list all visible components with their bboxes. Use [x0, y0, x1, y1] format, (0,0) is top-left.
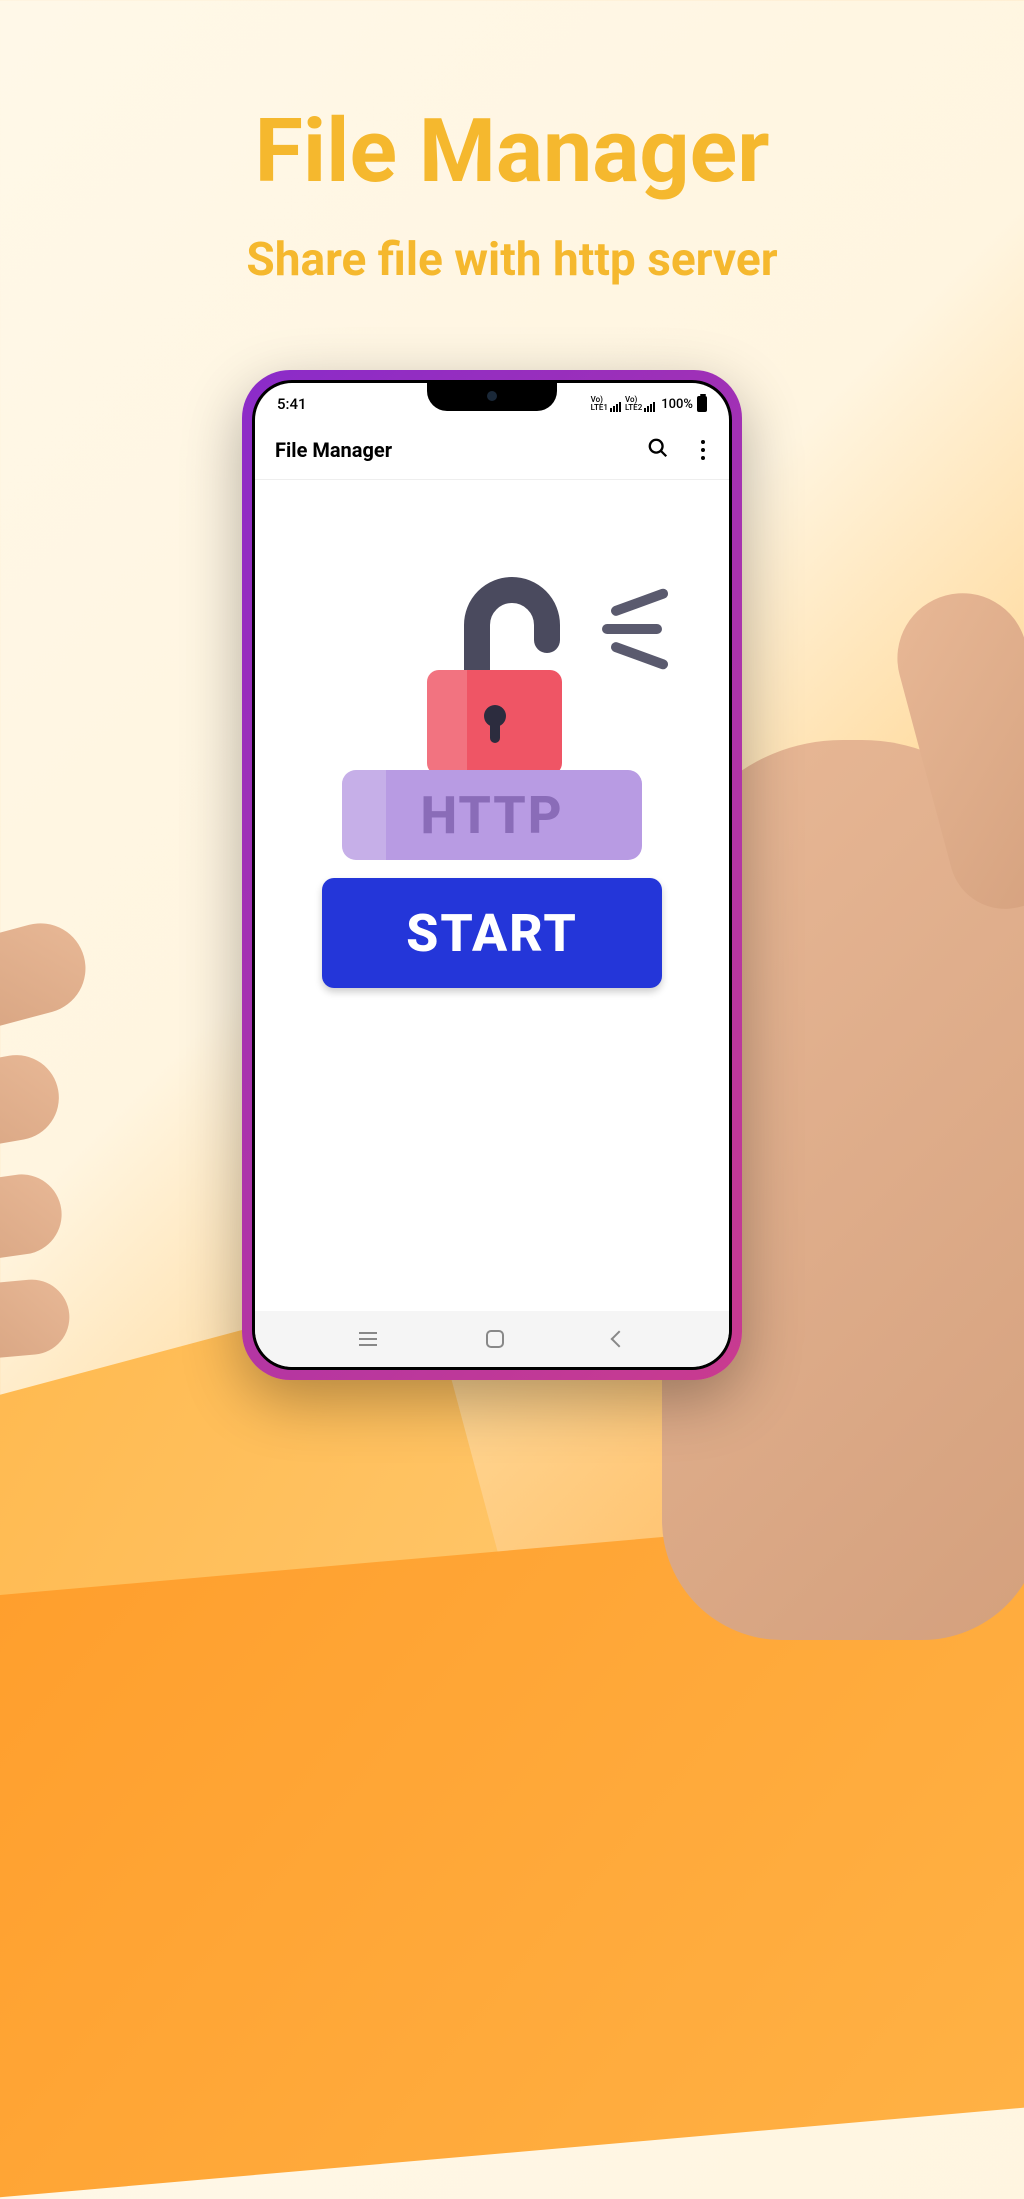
lock-body-icon — [427, 670, 562, 775]
main-content: HTTP START — [255, 480, 729, 1148]
promo-subtitle: Share file with http server — [0, 233, 1024, 287]
phone-screen: 5:41 Vo) LTE1 — [255, 383, 729, 1367]
promo-title: File Manager — [0, 100, 1024, 203]
http-lock-illustration: HTTP — [342, 580, 642, 860]
app-bar: File Manager — [255, 419, 729, 480]
promo-header: File Manager Share file with http server — [0, 0, 1024, 287]
http-badge: HTTP — [342, 770, 642, 860]
search-icon — [647, 437, 669, 459]
http-label: HTTP — [420, 785, 563, 846]
search-button[interactable] — [647, 437, 669, 463]
phone-frame: 5:41 Vo) LTE1 — [242, 370, 742, 1380]
app-title: File Manager — [275, 438, 392, 462]
keyhole-icon — [484, 705, 506, 727]
battery-percent: 100% — [661, 397, 693, 412]
signal-icon — [610, 402, 621, 412]
status-time: 5:41 — [277, 395, 307, 413]
more-options-button[interactable] — [697, 440, 709, 460]
phone-in-hand: 5:41 Vo) LTE1 — [62, 370, 962, 1970]
start-button[interactable]: START — [322, 878, 662, 988]
nav-recents-button[interactable] — [359, 1338, 377, 1340]
start-button-label: START — [406, 903, 578, 964]
status-indicators: Vo) LTE1 Vo) LTE2 — [591, 396, 707, 412]
signal-icon — [644, 402, 655, 412]
nav-home-button[interactable] — [486, 1330, 504, 1348]
battery-icon — [697, 396, 707, 412]
navigation-bar — [255, 1311, 729, 1367]
alert-lines-icon — [602, 600, 662, 672]
phone-notch — [427, 383, 557, 411]
dots-icon — [701, 440, 705, 444]
nav-back-button[interactable] — [610, 1331, 627, 1348]
